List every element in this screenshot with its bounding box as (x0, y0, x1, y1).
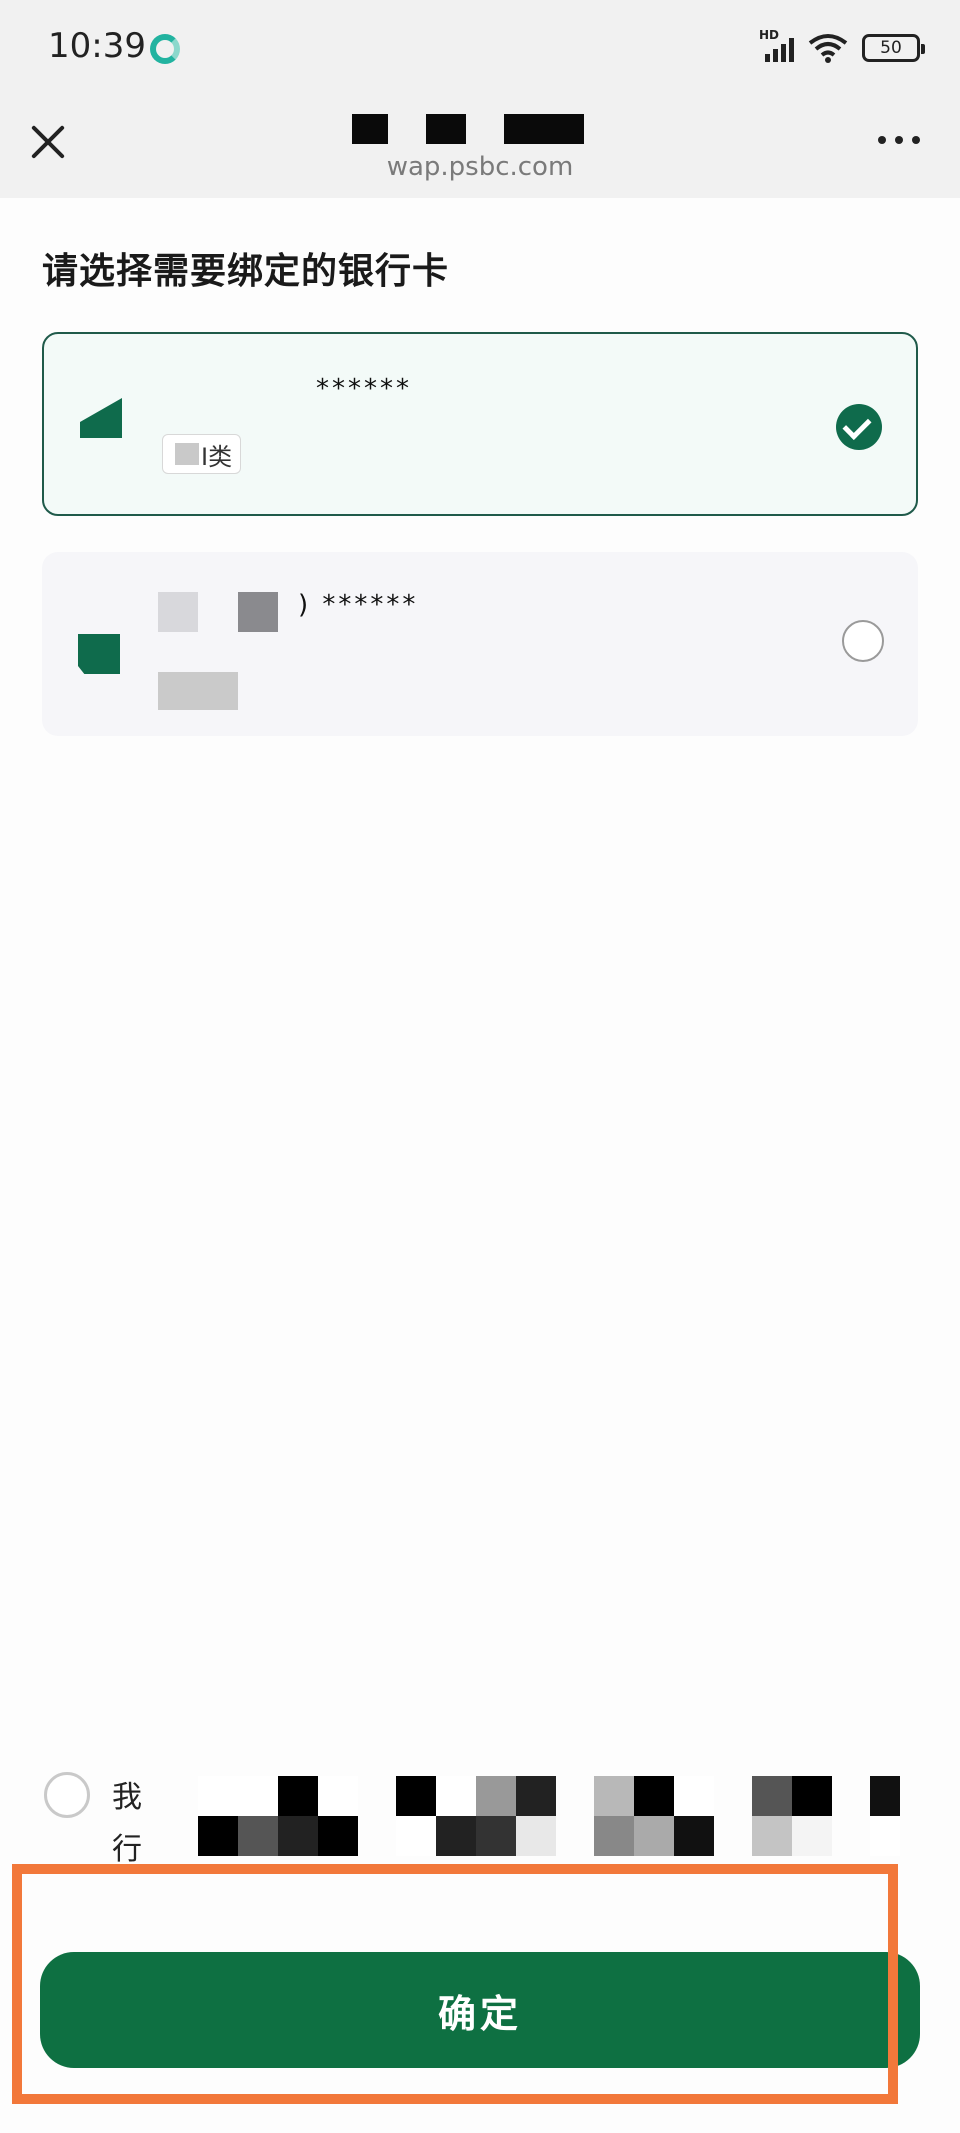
card-type-label: I类 (201, 442, 233, 471)
card-type-tag: I类 (162, 434, 242, 474)
agreement-radio[interactable] (44, 1772, 90, 1818)
page-title: 请选择需要绑定的银行卡 (42, 251, 450, 292)
redacted-block (175, 443, 199, 465)
browser-header: wap.psbc.com (0, 86, 960, 198)
more-icon[interactable] (878, 136, 920, 144)
cellular-signal-icon: HD (759, 28, 794, 62)
redacted-block (238, 592, 278, 632)
agreement-link-redacted[interactable] (516, 1776, 556, 1856)
battery-level: 50 (880, 38, 902, 58)
status-time: 10:39 (48, 26, 146, 66)
agreement-link-redacted[interactable] (752, 1776, 832, 1856)
redacted-block (158, 672, 238, 710)
hd-badge: HD (759, 28, 780, 42)
status-bar: 10:39 HD 50 (0, 0, 960, 86)
agreement-link-redacted[interactable] (396, 1776, 516, 1856)
bank-card-option-2[interactable]: ) ****** (42, 552, 918, 736)
confirm-button[interactable]: 确定 (40, 1952, 920, 2068)
url-label: wap.psbc.com (386, 152, 574, 182)
app-notification-icon (150, 34, 180, 64)
battery-icon: 50 (862, 34, 925, 62)
card-number: ****** (316, 374, 412, 404)
bank-card-option-1[interactable]: ****** I类 (42, 332, 918, 516)
radio-unselected-icon (842, 620, 884, 662)
bank-logo-icon (78, 634, 120, 674)
card-number: ) ****** (298, 590, 419, 620)
agreement-link-redacted[interactable] (594, 1776, 714, 1856)
redacted-block (158, 592, 198, 632)
bank-logo-icon (80, 398, 122, 438)
wifi-icon (808, 33, 848, 63)
page-title-redacted (352, 114, 584, 144)
agreement-link-redacted[interactable] (870, 1776, 900, 1856)
agreement-link-redacted[interactable] (318, 1776, 358, 1856)
status-indicators: HD 50 (759, 28, 925, 66)
check-circle-icon (836, 404, 882, 450)
agreement-link-redacted[interactable] (238, 1776, 278, 1856)
